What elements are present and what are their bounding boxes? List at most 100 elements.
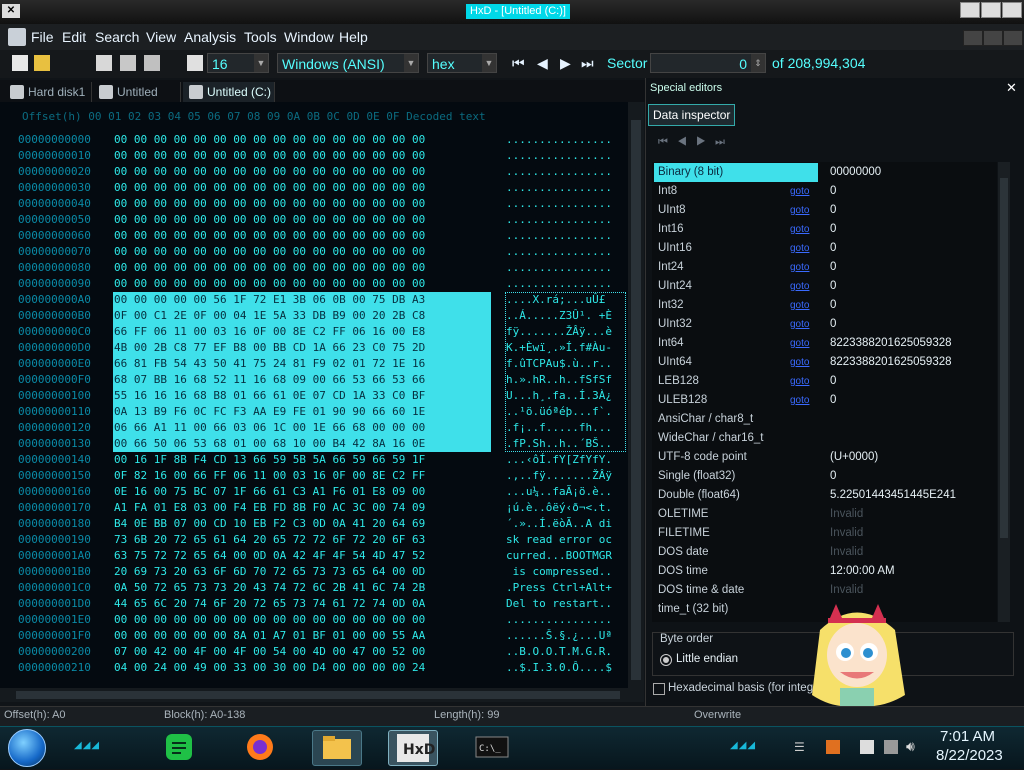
goto-link[interactable]: goto (790, 372, 809, 391)
row-hex-bytes[interactable]: 73 6B 20 72 65 61 64 20 65 72 72 6F 72 2… (114, 532, 425, 548)
row-hex-bytes[interactable]: 20 69 73 20 63 6F 6D 70 72 65 73 73 65 6… (114, 564, 425, 580)
goto-link[interactable]: goto (790, 277, 809, 296)
inspector-row[interactable]: AnsiChar / char8_t (652, 410, 997, 429)
row-decoded-text[interactable]: .f¡..f.....fh... (506, 420, 612, 436)
goto-link[interactable]: goto (790, 315, 809, 334)
row-decoded-text[interactable]: ...u¼..faÃ¡ö.è.. (506, 484, 612, 500)
inspector-row[interactable]: OLETIME Invalid (652, 505, 997, 524)
tab-untitled-c-1[interactable]: Untitled (C:) (93, 82, 181, 119)
hex-horizontal-scroll-thumb[interactable] (16, 691, 620, 699)
tab-data-inspector[interactable]: Data inspector (648, 104, 736, 126)
row-hex-bytes[interactable]: 0A 50 72 65 73 73 20 43 74 72 6C 2B 41 6… (114, 580, 425, 596)
row-hex-bytes[interactable]: 0A 13 B9 F6 0C FC F3 AA E9 FE 01 90 90 6… (114, 404, 425, 420)
taskbar-terminal[interactable]: C:\_ (468, 730, 516, 764)
hxd-icon[interactable]: ✕ (2, 4, 20, 18)
mdi-restore-button[interactable] (983, 30, 1003, 46)
hex-vertical-scroll-thumb[interactable] (631, 120, 641, 680)
inspector-value[interactable]: 0 (830, 277, 836, 296)
inspector-value[interactable]: 0 (830, 372, 836, 391)
row-hex-bytes[interactable]: 63 75 72 72 65 64 00 0D 0A 42 4F 4F 54 4… (114, 548, 425, 564)
row-decoded-text[interactable]: ..Á.....Z3Û¹. +È (506, 308, 612, 324)
mdi-close-button[interactable] (1003, 30, 1023, 46)
row-hex-bytes[interactable]: 0E 16 00 75 BC 07 1F 66 61 C3 A1 F6 01 E… (114, 484, 425, 500)
goto-link[interactable]: goto (790, 182, 809, 201)
inspector-value[interactable]: Invalid (830, 581, 863, 600)
next-sector-icon[interactable]: ▶ (560, 55, 571, 72)
row-decoded-text[interactable]: K.+Èwï¸.»Í.f#Àu- (506, 340, 612, 356)
row-hex-bytes[interactable]: 00 00 00 00 00 00 00 00 00 00 00 00 00 0… (114, 212, 425, 228)
menu-file[interactable]: File (31, 29, 54, 45)
chevron-down-icon[interactable]: ▼ (482, 54, 496, 72)
last-sector-icon[interactable]: ⏭ (581, 55, 594, 72)
inspector-row[interactable]: Single (float32) 0 (652, 467, 997, 486)
row-decoded-text[interactable]: ................ (506, 148, 612, 164)
inspector-value[interactable]: 0 (830, 258, 836, 277)
row-decoded-text[interactable]: ................ (506, 164, 612, 180)
inspector-value[interactable]: 0 (830, 201, 836, 220)
row-decoded-text[interactable]: ................ (506, 180, 612, 196)
security-flag-icon[interactable] (860, 740, 874, 754)
inspector-value[interactable]: 0 (830, 315, 836, 334)
inspector-nav-icons[interactable]: ⏮ ◀ ▶ ⏭ (658, 136, 725, 149)
inspector-row[interactable]: Int32 goto 0 (652, 296, 997, 315)
inspector-value[interactable]: 0 (830, 391, 836, 410)
tray-overflow-icon[interactable]: ☰ (794, 740, 805, 754)
inspector-row[interactable]: DOS time & date Invalid (652, 581, 997, 600)
row-decoded-text[interactable]: ................ (506, 612, 612, 628)
row-hex-bytes[interactable]: 00 00 00 00 00 00 00 00 00 00 00 00 00 0… (114, 132, 425, 148)
little-endian-label[interactable]: Little endian (676, 653, 738, 665)
row-hex-bytes[interactable]: 0F 00 C1 2E 0F 00 04 1E 5A 33 DB B9 00 2… (114, 308, 425, 324)
row-decoded-text[interactable]: ................ (506, 244, 612, 260)
inspector-row[interactable]: FILETIME Invalid (652, 524, 997, 543)
previous-sector-icon[interactable]: ◀ (537, 55, 548, 72)
inspector-value[interactable]: 12:00:00 AM (830, 562, 895, 581)
goto-link[interactable]: goto (790, 391, 809, 410)
taskbar-notes-app[interactable] (156, 730, 204, 764)
goto-link[interactable]: goto (790, 258, 809, 277)
row-hex-bytes[interactable]: 55 16 16 16 68 B8 01 66 61 0E 07 CD 1A 3… (114, 388, 425, 404)
inspector-value[interactable]: (U+0000) (830, 448, 878, 467)
inspector-row[interactable]: UInt16 goto 0 (652, 239, 997, 258)
row-hex-bytes[interactable]: 68 07 BB 16 68 52 11 16 68 09 00 66 53 6… (114, 372, 425, 388)
first-sector-icon[interactable]: ⏮ (512, 55, 525, 72)
inspector-value[interactable]: 0 (830, 182, 836, 201)
goto-link[interactable]: goto (790, 353, 809, 372)
save-icon[interactable] (96, 55, 112, 71)
inspector-value[interactable]: 5.22501443451445E241 (830, 486, 956, 505)
network-icon[interactable] (884, 740, 898, 754)
clock-time[interactable]: 7:01 AM (940, 728, 995, 745)
inspector-row[interactable]: UInt64 goto 8223388201625059328 (652, 353, 997, 372)
row-decoded-text[interactable]: fÿ.......ŽÂÿ...è (506, 324, 612, 340)
row-decoded-text[interactable]: ................ (506, 260, 612, 276)
inspector-value[interactable]: 0 (830, 467, 836, 486)
row-hex-bytes[interactable]: 00 00 00 00 00 00 00 00 00 00 00 00 00 0… (114, 164, 425, 180)
inspector-value[interactable]: Invalid (830, 524, 863, 543)
goto-link[interactable]: goto (790, 201, 809, 220)
row-decoded-text[interactable]: U...h¸.fa..Í.3À¿ (506, 388, 612, 404)
inspector-row[interactable]: UInt32 goto 0 (652, 315, 997, 334)
inspector-row[interactable]: Int16 goto 0 (652, 220, 997, 239)
row-decoded-text[interactable]: ................ (506, 212, 612, 228)
inspector-row[interactable]: Int64 goto 8223388201625059328 (652, 334, 997, 353)
row-decoded-text[interactable]: Del to restart.. (506, 596, 612, 612)
row-hex-bytes[interactable]: 00 66 50 06 53 68 01 00 68 10 00 B4 42 8… (114, 436, 425, 452)
tab-hard-disk1[interactable]: Hard disk1 (4, 82, 92, 102)
mdi-minimize-button[interactable] (963, 30, 983, 46)
sector-input[interactable]: 0 ⇕ (650, 53, 766, 73)
inspector-row[interactable]: UInt24 goto 0 (652, 277, 997, 296)
volume-icon[interactable]: 🔊︎ (906, 738, 915, 755)
open-folder-icon[interactable] (34, 55, 50, 71)
menu-help[interactable]: Help (339, 29, 368, 45)
bytes-per-row-select[interactable]: 16 ▼ (207, 53, 269, 73)
menu-search[interactable]: Search (95, 29, 139, 45)
row-hex-bytes[interactable]: 00 00 00 00 00 00 8A 01 A7 01 BF 01 00 0… (114, 628, 425, 644)
clock-date[interactable]: 8/22/2023 (936, 747, 1003, 764)
inspector-value[interactable]: 0 (830, 239, 836, 258)
inspector-row[interactable]: WideChar / char16_t (652, 429, 997, 448)
inspector-row[interactable]: Int24 goto 0 (652, 258, 997, 277)
row-hex-bytes[interactable]: 00 00 00 00 00 00 00 00 00 00 00 00 00 0… (114, 228, 425, 244)
open-disk-icon[interactable] (120, 55, 136, 71)
row-decoded-text[interactable]: .,..fÿ.......ŽÂÿ (506, 468, 612, 484)
inspector-value[interactable]: 8223388201625059328 (830, 353, 952, 372)
inspector-value[interactable]: 8223388201625059328 (830, 334, 952, 353)
